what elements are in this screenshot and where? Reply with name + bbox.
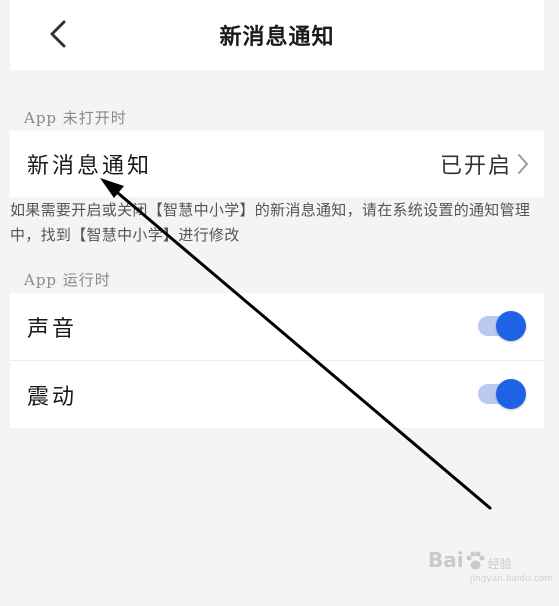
- paw-icon: [466, 551, 485, 570]
- watermark-sub: 经验: [487, 557, 512, 571]
- baidu-watermark: Bai 经验: [428, 548, 512, 572]
- watermark-url: jingyan.baidu.com: [470, 574, 554, 584]
- watermark-brand: Bai: [428, 548, 464, 572]
- annotation-arrow: [100, 178, 492, 510]
